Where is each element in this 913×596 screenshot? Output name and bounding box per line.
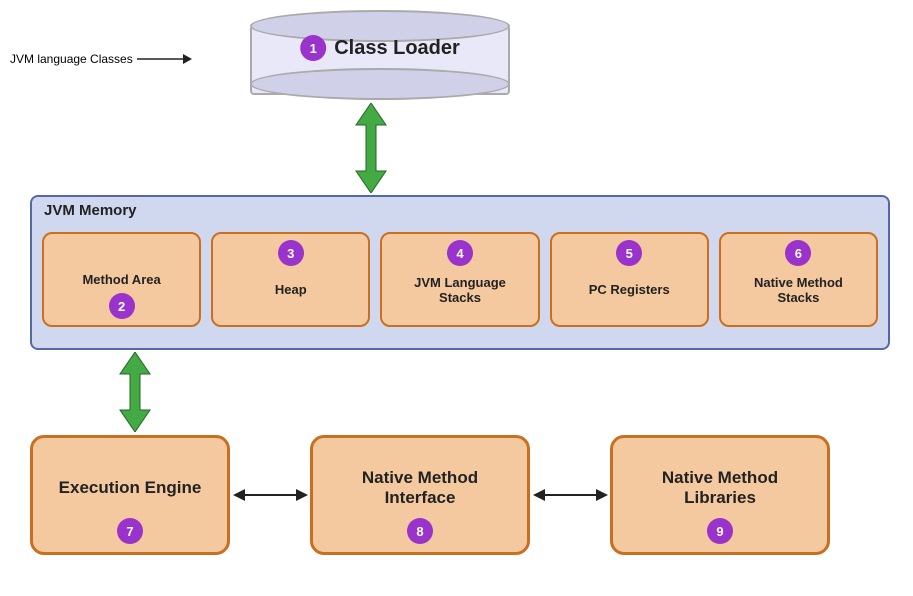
arrow-class-loader-to-memory (346, 103, 396, 198)
method-area-label: Method Area (82, 272, 160, 287)
jvm-memory-title: JVM Memory (44, 202, 137, 219)
native-method-stacks-label: Native MethodStacks (754, 275, 843, 305)
class-loader-label: 1 Class Loader (300, 35, 460, 61)
memory-cell-heap: 3 Heap (211, 232, 370, 327)
memory-cell-native-method-stacks: 6 Native MethodStacks (719, 232, 878, 327)
execution-engine-badge: 7 (117, 518, 143, 544)
pc-registers-label: PC Registers (589, 282, 670, 297)
arrow-nmi-to-nml (530, 485, 610, 505)
cylinder-bottom (250, 68, 510, 100)
jvm-architecture-diagram: JVM language Classes 1 Class Loader JVM … (0, 0, 913, 596)
jvm-lang-stacks-label: JVM LanguageStacks (414, 275, 506, 305)
jvm-lang-text: JVM language Classes (10, 52, 133, 66)
jvm-memory-box: JVM Memory Method Area 2 3 Heap 4 JVM La… (30, 195, 890, 350)
native-method-interface-label: Native MethodInterface (362, 468, 478, 508)
execution-engine-label: Execution Engine (59, 478, 202, 498)
native-method-stacks-badge: 6 (785, 240, 811, 266)
pc-registers-badge: 5 (616, 240, 642, 266)
native-method-libraries-badge: 9 (707, 518, 733, 544)
memory-cells: Method Area 2 3 Heap 4 JVM LanguageStack… (42, 232, 878, 327)
class-loader-cylinder: 1 Class Loader (250, 10, 510, 100)
arrow-memory-to-execution (110, 352, 160, 437)
method-area-badge: 2 (109, 293, 135, 319)
class-loader-area: 1 Class Loader (220, 10, 540, 100)
class-loader-text: Class Loader (334, 37, 460, 60)
class-loader-badge: 1 (300, 35, 326, 61)
bottom-section: Execution Engine 7 Native MethodInterfac… (30, 435, 830, 555)
native-method-libraries-label: Native MethodLibraries (662, 468, 778, 508)
native-method-interface-box: Native MethodInterface 8 (310, 435, 530, 555)
jvm-lang-arrow (137, 52, 192, 66)
memory-cell-jvm-lang-stacks: 4 JVM LanguageStacks (380, 232, 539, 327)
execution-engine-box: Execution Engine 7 (30, 435, 230, 555)
heap-label: Heap (275, 282, 307, 297)
jvm-lang-label: JVM language Classes (10, 52, 192, 66)
native-method-interface-badge: 8 (407, 518, 433, 544)
jvm-lang-stacks-badge: 4 (447, 240, 473, 266)
arrow-execution-to-nmi (230, 485, 310, 505)
memory-cell-pc-registers: 5 PC Registers (550, 232, 709, 327)
memory-cell-method-area: Method Area 2 (42, 232, 201, 327)
heap-badge: 3 (278, 240, 304, 266)
native-method-libraries-box: Native MethodLibraries 9 (610, 435, 830, 555)
